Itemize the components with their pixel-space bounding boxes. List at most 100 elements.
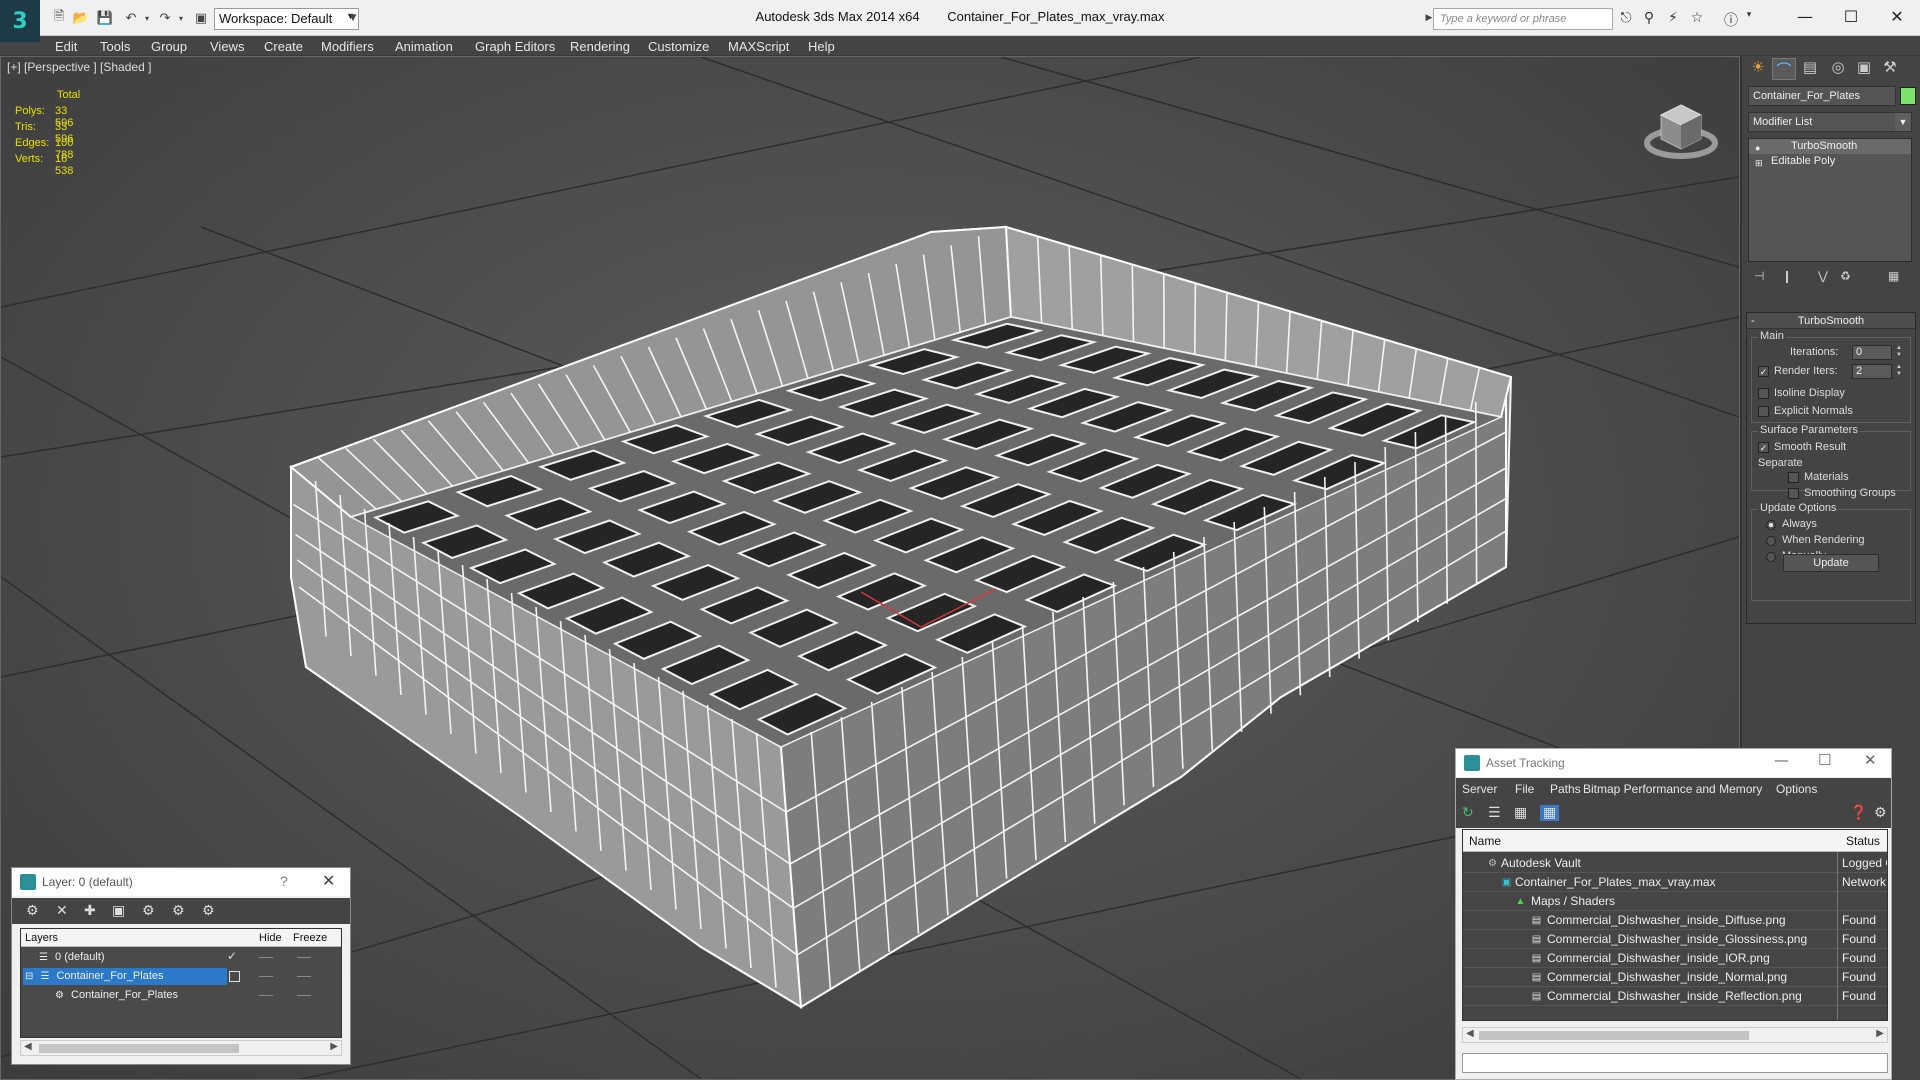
close-icon[interactable]: ✕ <box>1874 4 1920 30</box>
configure-modifier-sets-icon[interactable]: ▦ <box>1888 269 1899 283</box>
always-radio[interactable] <box>1766 520 1776 530</box>
update-button[interactable]: Update <box>1783 554 1879 572</box>
help-dropdown-icon[interactable]: ▾ <box>1740 10 1758 28</box>
lightbulb-icon[interactable]: ● <box>1755 141 1764 153</box>
table-row[interactable]: ▣ Container_For_Plates_max_vray.max Netw… <box>1463 873 1887 892</box>
thumbnail-view-icon[interactable]: ▦ <box>1514 805 1527 821</box>
close-icon[interactable]: ✕ <box>1864 751 1877 769</box>
menu-create[interactable]: Create <box>264 39 303 54</box>
column-header-status[interactable]: Status <box>1846 834 1880 848</box>
dialog-title-bar[interactable]: Layer: 0 (default) ? ✕ <box>12 868 350 896</box>
layer-row[interactable]: ☰ 0 (default) ✓ <box>21 949 341 967</box>
when-rendering-radio[interactable] <box>1766 536 1776 546</box>
add-to-layer-icon[interactable]: ✚ <box>84 903 96 919</box>
hide-toggle[interactable] <box>259 995 273 996</box>
subscription-key-icon[interactable]: ⚲ <box>1640 10 1658 28</box>
list-view-icon[interactable]: ☰ <box>1488 805 1501 821</box>
menu-modifiers[interactable]: Modifiers <box>321 39 374 54</box>
hide-toggle[interactable] <box>259 976 273 977</box>
binoculars-icon[interactable]: ⎋ <box>1617 10 1635 28</box>
set-current-layer-box[interactable] <box>229 971 240 982</box>
asset-path-field[interactable] <box>1462 1053 1888 1073</box>
stack-item-editable-poly[interactable]: ⊞ Editable Poly <box>1749 154 1911 169</box>
column-header-freeze[interactable]: Freeze <box>293 932 327 944</box>
menu-graph-editors[interactable]: Graph Editors <box>475 39 555 54</box>
communication-center-icon[interactable]: ⚡ <box>1664 10 1682 28</box>
isoline-display-checkbox[interactable] <box>1758 388 1769 399</box>
table-row[interactable]: ▲ Maps / Shaders <box>1463 892 1887 911</box>
menu-customize[interactable]: Customize <box>648 39 709 54</box>
object-name-field[interactable]: Container_For_Plates <box>1748 86 1896 106</box>
new-file-icon[interactable]: 🗎 <box>48 8 70 28</box>
project-folder-icon[interactable]: ▣ <box>190 8 212 28</box>
render-iters-checkbox[interactable]: ✓ <box>1758 366 1769 377</box>
scroll-left-icon[interactable]: ◀ <box>24 1041 32 1052</box>
dialog-title-bar[interactable]: Asset Tracking — ☐ ✕ <box>1456 749 1891 777</box>
utilities-tab-icon[interactable]: ⚒ <box>1878 58 1902 80</box>
redo-dropdown-icon[interactable]: ▾ <box>170 8 192 28</box>
freeze-toggle[interactable] <box>297 976 311 977</box>
column-header-name[interactable]: Name <box>1469 834 1501 848</box>
save-file-icon[interactable]: 💾 <box>94 8 116 28</box>
column-header-hide[interactable]: Hide <box>259 932 282 944</box>
viewcube-icon[interactable] <box>1641 87 1721 167</box>
scrollbar-thumb[interactable] <box>39 1044 239 1053</box>
asset-menu-file[interactable]: File <box>1515 782 1534 796</box>
smoothing-groups-checkbox[interactable] <box>1788 488 1799 499</box>
viewport-label[interactable]: [+] [Perspective ] [Shaded ] <box>7 60 151 74</box>
menu-help[interactable]: Help <box>808 39 835 54</box>
horizontal-scrollbar[interactable]: ◀ ▶ <box>20 1040 342 1056</box>
delete-layer-icon[interactable]: ✕ <box>56 903 68 919</box>
table-row[interactable]: ▤ Commercial_Dishwasher_inside_Reflectio… <box>1463 987 1887 1006</box>
asset-menu-bitmap-performance[interactable]: Bitmap Performance and Memory <box>1583 782 1762 796</box>
layer-row[interactable]: ⚙ Container_For_Plates <box>21 987 341 1005</box>
create-tab-icon[interactable]: ☀ <box>1746 58 1770 80</box>
hierarchy-tab-icon[interactable]: ▤ <box>1798 58 1822 80</box>
smooth-result-checkbox[interactable]: ✓ <box>1758 442 1769 453</box>
help-icon[interactable]: ❓ <box>1850 805 1867 821</box>
modifier-list-dropdown[interactable]: Modifier List ▼ <box>1748 112 1912 132</box>
table-row[interactable]: ▤ Commercial_Dishwasher_inside_Glossines… <box>1463 930 1887 949</box>
spinner-arrows-icon[interactable]: ▲ ▼ <box>1894 345 1904 360</box>
create-layer-icon[interactable]: ⚙ <box>26 903 39 919</box>
freeze-all-layers-icon[interactable]: ⚙ <box>202 903 215 919</box>
scrollbar-thumb[interactable] <box>1479 1031 1749 1040</box>
hide-toggle[interactable] <box>259 957 273 958</box>
scroll-left-icon[interactable]: ◀ <box>1466 1028 1474 1039</box>
collapse-icon[interactable]: ⊟ <box>25 971 33 982</box>
motion-tab-icon[interactable]: ◎ <box>1826 58 1850 80</box>
spinner-arrows-icon[interactable]: ▲ ▼ <box>1894 364 1904 379</box>
pin-stack-icon[interactable]: ⊣ <box>1754 269 1764 283</box>
remove-modifier-icon[interactable]: ♻ <box>1840 269 1851 283</box>
modify-tab-icon[interactable]: ⌒ <box>1772 58 1796 80</box>
menu-animation[interactable]: Animation <box>395 39 453 54</box>
scroll-right-icon[interactable]: ▶ <box>330 1041 338 1052</box>
table-row[interactable]: ⚙ Autodesk Vault Logged O <box>1463 854 1887 873</box>
expand-plus-icon[interactable]: ⊞ <box>1755 156 1764 168</box>
layer-row[interactable]: ⊟ ☰ Container_For_Plates <box>21 968 341 986</box>
maximize-icon[interactable]: ☐ <box>1818 751 1831 769</box>
stack-item-turbosmooth[interactable]: ● TurboSmooth <box>1749 139 1911 154</box>
menu-views[interactable]: Views <box>210 39 244 54</box>
close-icon[interactable]: ✕ <box>322 871 335 890</box>
scroll-right-icon[interactable]: ▶ <box>1876 1028 1884 1039</box>
rollout-header[interactable]: - TurboSmooth <box>1747 313 1915 329</box>
open-file-icon[interactable]: 📂 <box>70 8 92 28</box>
horizontal-scrollbar[interactable]: ◀ ▶ <box>1462 1027 1888 1043</box>
manually-radio[interactable] <box>1766 552 1776 562</box>
favorites-star-icon[interactable]: ☆ <box>1688 10 1706 28</box>
select-in-layer-icon[interactable]: ▣ <box>112 903 125 919</box>
asset-menu-server[interactable]: Server <box>1462 782 1497 796</box>
table-row[interactable]: ▤ Commercial_Dishwasher_inside_IOR.png F… <box>1463 949 1887 968</box>
make-unique-icon[interactable]: ⋁ <box>1818 269 1828 283</box>
asset-menu-paths[interactable]: Paths <box>1550 782 1581 796</box>
object-color-swatch[interactable] <box>1900 87 1916 105</box>
table-row[interactable]: ▤ Commercial_Dishwasher_inside_Diffuse.p… <box>1463 911 1887 930</box>
highlight-layer-icon[interactable]: ⚙ <box>142 903 155 919</box>
freeze-toggle[interactable] <box>297 957 311 958</box>
iterations-spinner[interactable]: 0 <box>1852 345 1892 360</box>
column-divider[interactable] <box>1837 852 1838 1020</box>
explicit-normals-checkbox[interactable] <box>1758 406 1769 417</box>
column-header-layers[interactable]: Layers <box>25 932 58 944</box>
menu-maxscript[interactable]: MAXScript <box>728 39 789 54</box>
